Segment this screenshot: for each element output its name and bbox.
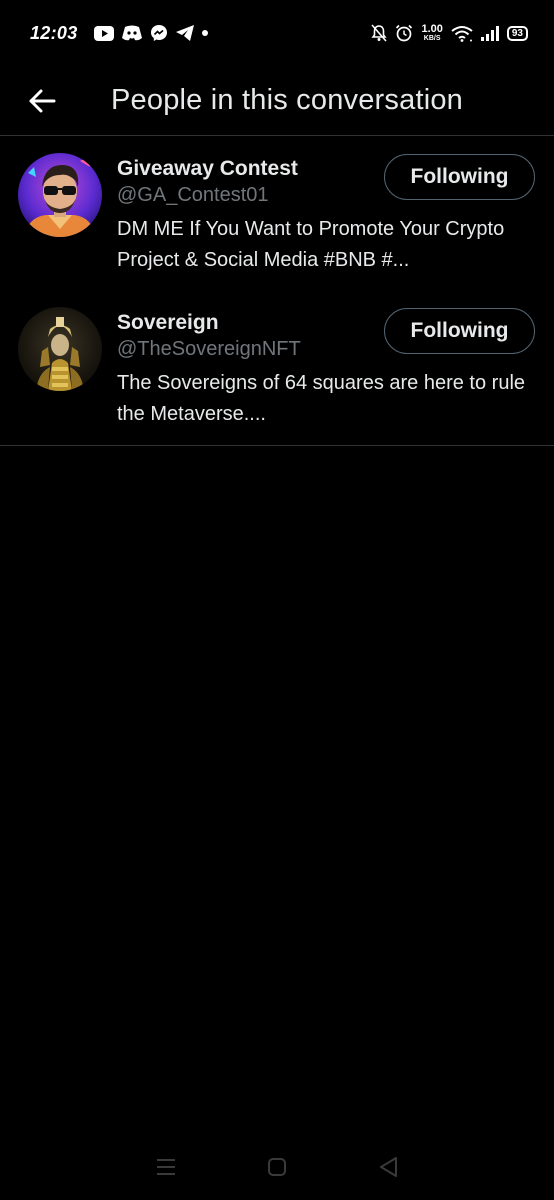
net-speed-unit: KB/S [423,35,441,42]
alarm-icon [395,24,413,42]
battery-level: 93 [511,27,523,39]
system-nav-bar [0,1134,554,1200]
avatar-giveaway-contest[interactable] [18,153,102,237]
net-speed-value: 1.00 [421,23,443,35]
page-title: People in this conversation [111,84,463,116]
back-triangle-icon [378,1156,398,1178]
signal-icon [480,25,499,41]
back-system-button[interactable] [368,1147,408,1187]
person-bio: The Sovereigns of 64 squares are here to… [117,372,526,425]
dot-icon [201,30,208,36]
person-item[interactable]: Giveaway Contest @GA_Contest01 DM ME If … [0,137,554,291]
telegram-icon [175,25,194,41]
home-button[interactable] [257,1147,297,1187]
person-item[interactable]: Sovereign @TheSovereignNFT The Sovereign… [0,291,554,445]
battery-icon: 93 [506,25,528,41]
back-button[interactable] [0,66,88,136]
people-list: Giveaway Contest @GA_Contest01 DM ME If … [0,137,554,446]
page-header: People in this conversation [0,66,554,136]
status-time: 12:03 [30,22,78,43]
status-right: 1.00 KB/S 93 [371,24,528,42]
following-button[interactable]: Following [384,308,535,354]
screen: 12:03 1.00 KB/S 93 People in this conver… [0,0,554,1200]
messenger-icon [150,24,168,42]
wifi-icon [451,25,473,42]
bell-off-icon [371,24,388,42]
status-bar: 12:03 1.00 KB/S 93 [0,0,554,66]
following-button[interactable]: Following [384,154,535,200]
avatar-sovereign[interactable] [18,307,102,391]
person-bio: DM ME If You Want to Promote Your Crypto… [117,218,505,271]
youtube-icon [93,25,114,41]
discord-icon [121,25,142,41]
menu-icon [156,1158,176,1176]
net-speed: 1.00 KB/S [421,23,443,43]
arrow-left-icon [28,89,56,113]
recent-apps-button[interactable] [146,1147,186,1187]
home-square-icon [267,1157,287,1177]
status-left: 12:03 [30,23,208,44]
